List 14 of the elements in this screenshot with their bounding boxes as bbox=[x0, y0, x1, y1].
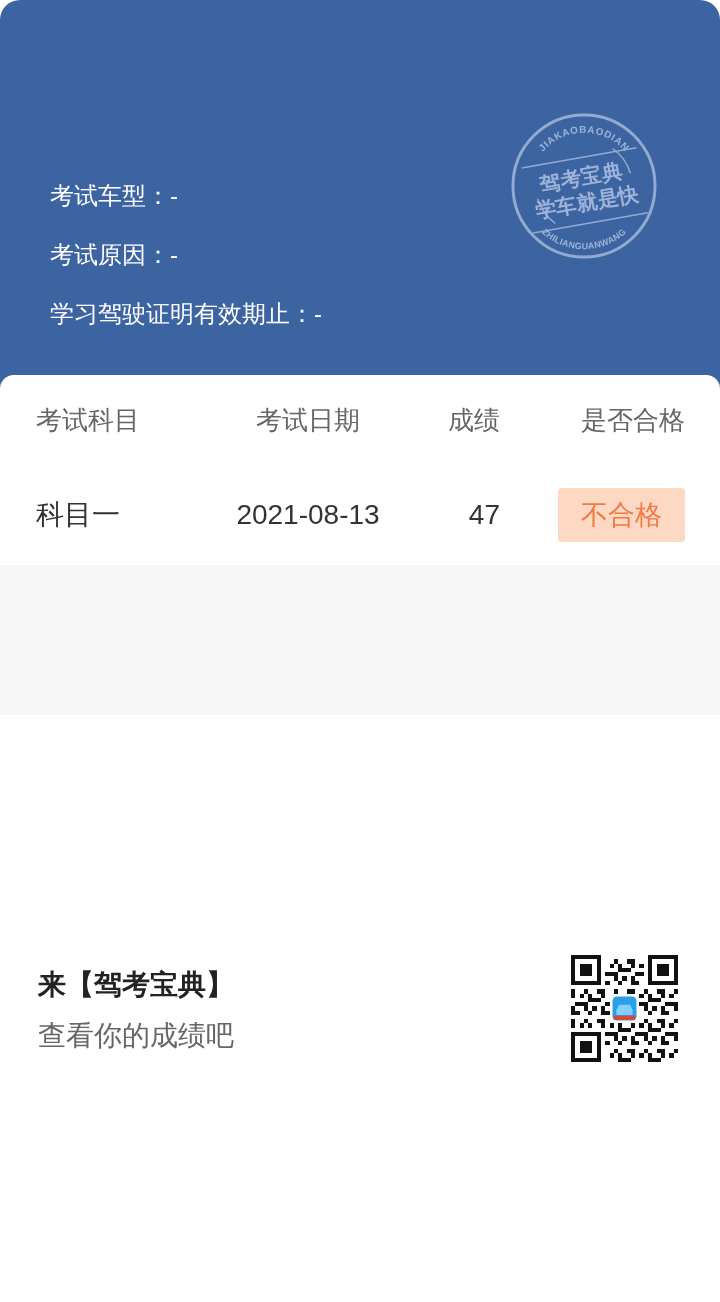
info-text: 考试原因：- bbox=[50, 240, 178, 270]
promo-title: 来【驾考宝典】 bbox=[38, 968, 234, 1002]
info-text: 考试车型：- bbox=[50, 181, 178, 211]
date-cell: 2021-08-13 bbox=[236, 499, 380, 530]
column-header: 考试科目 bbox=[36, 404, 140, 435]
column-header: 成绩 bbox=[448, 404, 500, 435]
column-header: 是否合格 bbox=[581, 404, 685, 435]
result-tag: 不合格 bbox=[558, 488, 685, 542]
qr-code-icon bbox=[571, 955, 678, 1062]
info-text: 学习驾驶证明有效期止：- bbox=[50, 299, 322, 329]
promo-subtitle: 查看你的成绩吧 bbox=[38, 1019, 234, 1053]
column-header: 考试日期 bbox=[256, 404, 360, 435]
score-cell: 47 bbox=[468, 499, 500, 530]
subject-cell: 科目一 bbox=[36, 499, 120, 530]
